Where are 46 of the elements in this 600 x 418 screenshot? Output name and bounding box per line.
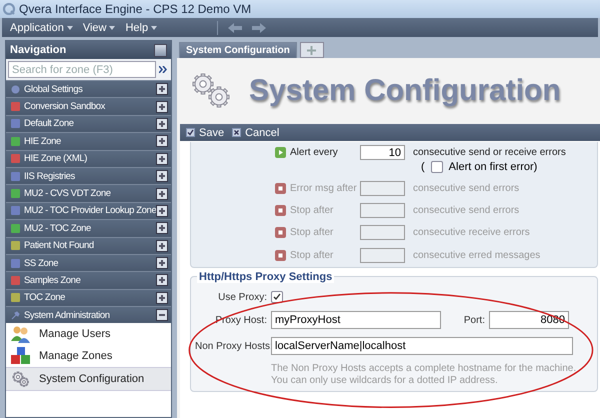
field-suffix: consecutive send or receive errors bbox=[413, 147, 566, 158]
input-field[interactable]: myProxyHost bbox=[271, 311, 441, 329]
nav-item[interactable]: System Administration bbox=[6, 306, 171, 324]
number-field[interactable]: 10 bbox=[360, 145, 405, 160]
nav-item[interactable]: MU2 - TOC Provider Lookup Zone bbox=[6, 202, 171, 220]
field-suffix: consecutive receive errors bbox=[413, 227, 530, 238]
nav-item[interactable]: Patient Not Found bbox=[6, 236, 171, 254]
window-title: Qvera Interface Engine - CPS 12 Demo VM bbox=[19, 2, 252, 16]
field-label: Port: bbox=[462, 314, 485, 326]
field-label: Stop after bbox=[290, 205, 334, 216]
field-suffix: consecutive erred messages bbox=[413, 250, 540, 261]
nav-item[interactable]: IIS Registries bbox=[6, 166, 171, 184]
nav-sub-item[interactable]: Manage Zones bbox=[6, 345, 171, 368]
nav-item[interactable]: Default Zone bbox=[6, 114, 171, 132]
tab[interactable]: System Configuration bbox=[179, 42, 297, 58]
menu-item[interactable]: View bbox=[82, 22, 116, 34]
page-title: System Configuration bbox=[249, 74, 561, 108]
field-label: Error msg after bbox=[290, 182, 356, 194]
field-suffix: consecutive send errors bbox=[413, 205, 520, 216]
nav-item[interactable]: MU2 - TOC Zone bbox=[6, 219, 171, 237]
field-label: Alert every bbox=[290, 147, 339, 158]
cancel-button[interactable]: Cancel bbox=[232, 126, 280, 138]
nav-item[interactable]: Conversion Sandbox bbox=[6, 97, 171, 115]
input-field[interactable]: localServerName|localhost bbox=[271, 337, 573, 355]
menu-item[interactable]: Help bbox=[125, 22, 158, 34]
nav-item[interactable]: Samples Zone bbox=[6, 271, 171, 289]
save-button[interactable]: Save bbox=[186, 126, 224, 138]
section-title: Http/Https Proxy Settings bbox=[197, 271, 334, 283]
nav-item[interactable]: HIE Zone bbox=[6, 132, 171, 150]
nav-item[interactable]: TOC Zone bbox=[6, 288, 171, 306]
help-text: The Non Proxy Hosts accepts a complete hostname for the machine. You can only use wildcards for a dotted IP address. bbox=[270, 363, 578, 387]
nav-item[interactable]: MU2 - CVS VDT Zone bbox=[6, 184, 171, 202]
panel-title: Navigation bbox=[10, 44, 66, 56]
menu-item[interactable]: Application bbox=[10, 22, 73, 34]
search-field[interactable]: Search for zone (F3) bbox=[8, 61, 156, 78]
nav-item[interactable]: SS Zone bbox=[6, 254, 171, 272]
nav-item[interactable]: Global Settings bbox=[6, 80, 171, 98]
field-suffix: consecutive send errors bbox=[413, 182, 520, 194]
field-label: Use Proxy: bbox=[217, 292, 267, 302]
paren-text: ( bbox=[421, 161, 425, 174]
nav-sub-item[interactable]: Manage Users bbox=[6, 323, 171, 346]
field-label: Stop after bbox=[290, 250, 334, 261]
nav-sub-item[interactable]: System Configuration bbox=[6, 367, 171, 392]
checkbox-label: Alert on first error) bbox=[448, 161, 538, 174]
nav-item[interactable]: HIE Zone (XML) bbox=[6, 150, 171, 167]
field-label: Stop after bbox=[290, 227, 334, 238]
